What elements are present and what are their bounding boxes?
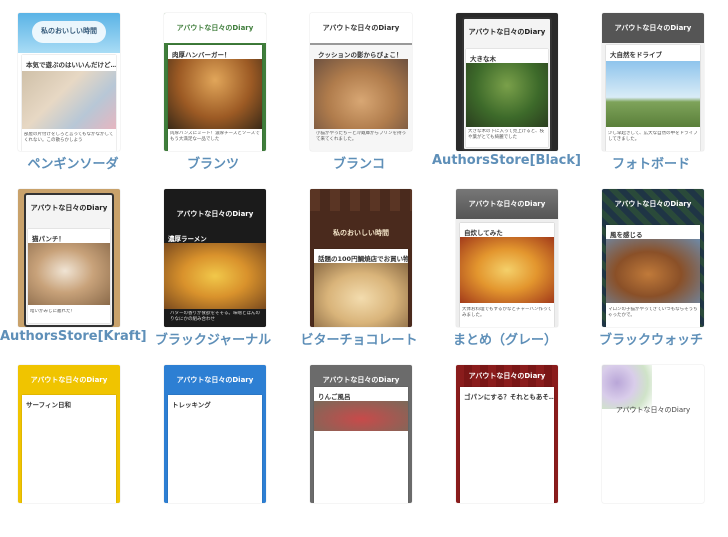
theme-thumbnail[interactable]: アバウトな日々のDiary 大きな木 大きな木の下に入って見上げると、枝や葉がと…: [456, 13, 558, 151]
theme-name[interactable]: ブラックウォッチ: [578, 329, 724, 348]
theme-thumbnail[interactable]: アバウトな日々のDiary 肉厚ハンバーガー！ 肉厚バンズにミート！濃厚チーズと…: [164, 13, 266, 151]
blog-title: 私のおいしい時間: [41, 27, 97, 35]
theme-item-branco[interactable]: アバウトな日々のDiary クッションの影からぴょこ！ 小猫がやったちーと冷蔵庫…: [286, 13, 432, 185]
post-snippet: 小猫がやったちーと冷蔵庫からプリンを持って来てくれました。: [316, 131, 406, 142]
theme-thumbnail[interactable]: アバウトな日々のDiary クッションの影からぴょこ！ 小猫がやったちーと冷蔵庫…: [310, 13, 412, 151]
theme-thumbnail[interactable]: アバウトな日々のDiary サーフィン日和: [18, 365, 120, 503]
blog-title: 私のおいしい時間: [333, 229, 389, 237]
theme-item-penguin-soda[interactable]: 私のおいしい時間 本気で遊ぶのはいいんだけど… 部屋の片付けをしろと言ってもなか…: [0, 13, 146, 185]
post-snippet: 肉厚バンズにミート！濃厚チーズとソースでもう大満足な一品でした: [170, 131, 260, 142]
post-photo: [460, 237, 554, 303]
theme-thumbnail[interactable]: 私のおいしい時間 話題の100円鯛焼店でお買い物: [310, 189, 412, 327]
blog-title: アバウトな日々のDiary: [30, 204, 108, 212]
blog-title: アバウトな日々のDiary: [615, 406, 691, 414]
blog-title: アバウトな日々のDiary: [164, 13, 266, 43]
theme-item-bitter-chocolate[interactable]: 私のおいしい時間 話題の100円鯛焼店でお買い物 ビターチョコレート: [286, 189, 432, 361]
blog-title: アバウトな日々のDiary: [176, 376, 254, 384]
blog-title: アバウトな日々のDiary: [614, 200, 692, 208]
post-title: サーフィン日和: [26, 401, 71, 409]
post-snippet: マロンの子猫がやってきていつもならそうちゃったかで。: [608, 307, 698, 318]
theme-item-blue[interactable]: アバウトな日々のDiary トレッキング: [140, 365, 286, 537]
post-photo: [314, 401, 408, 431]
post-photo: [466, 63, 548, 127]
post-photo: [168, 59, 262, 129]
blog-title: アバウトな日々のDiary: [30, 376, 108, 384]
theme-thumbnail[interactable]: アバウトな日々のDiary ゴパンにする？それともあそ…: [456, 365, 558, 503]
blog-title: アバウトな日々のDiary: [468, 372, 546, 380]
theme-item-authorsstore-black[interactable]: アバウトな日々のDiary 大きな木 大きな木の下に入って見上げると、枝や葉がと…: [432, 13, 581, 185]
post-photo: [314, 263, 408, 327]
post-snippet: 少し早起きして、広大な自然の中をドライブしてきました。: [608, 131, 698, 142]
post-title: ゴパンにする？それともあそ…: [464, 393, 554, 401]
post-snippet: 部屋の片付けをしろと言ってもなかなかしてくれない。この散らかしよう: [24, 132, 114, 143]
post-photo: [606, 61, 700, 127]
post-snippet: バターの香りが食欲をそそる。味噌とほんのりなにかの組み合わせ: [170, 311, 260, 322]
post-photo: [22, 71, 116, 129]
theme-thumbnail[interactable]: アバウトな日々のDiary 風を感じる マロンの子猫がやってきていつもならそうち…: [602, 189, 704, 327]
post-snippet: 暗いかみじに叢れた！: [30, 309, 75, 314]
theme-name[interactable]: ビターチョコレート: [286, 329, 432, 348]
blog-title: アバウトな日々のDiary: [602, 13, 704, 43]
theme-thumbnail[interactable]: 私のおいしい時間 本気で遊ぶのはいいんだけど… 部屋の片付けをしろと言ってもなか…: [18, 13, 120, 151]
theme-item-yellow[interactable]: アバウトな日々のDiary サーフィン日和: [0, 365, 146, 537]
chocolate-drip: [310, 189, 412, 211]
theme-thumbnail[interactable]: アバウトな日々のDiary: [602, 365, 704, 503]
theme-thumbnail[interactable]: アバウトな日々のDiary りんご風呂: [310, 365, 412, 503]
theme-thumbnail[interactable]: アバウトな日々のDiary 濃厚ラーメン バターの香りが食欲をそそる。味噌とほん…: [164, 189, 266, 327]
theme-item-photoboard[interactable]: アバウトな日々のDiary 大自然をドライブ 少し早起きして、広大な自然の中をド…: [578, 13, 724, 185]
theme-thumbnail[interactable]: アバウトな日々のDiary 大自然をドライブ 少し早起きして、広大な自然の中をド…: [602, 13, 704, 151]
theme-name[interactable]: ペンギンソーダ: [0, 153, 146, 172]
post-photo: [606, 239, 700, 303]
theme-item-plants[interactable]: アバウトな日々のDiary 肉厚ハンバーガー！ 肉厚バンズにミート！濃厚チーズと…: [140, 13, 286, 185]
post-card: サーフィン日和: [22, 395, 116, 503]
post-title: 大自然をドライブ: [610, 51, 662, 59]
theme-item-red[interactable]: アバウトな日々のDiary ゴパンにする？それともあそ…: [432, 365, 578, 537]
theme-name[interactable]: まとめ（グレー）: [432, 329, 578, 348]
theme-item-black-watch[interactable]: アバウトな日々のDiary 風を感じる マロンの子猫がやってきていつもならそうち…: [578, 189, 724, 361]
post-title: トレッキング: [172, 401, 211, 409]
theme-thumbnail[interactable]: アバウトな日々のDiary 自炊してみた 大体お料理でもするかなとチャーハン作っ…: [456, 189, 558, 327]
blog-title: アバウトな日々のDiary: [176, 210, 254, 218]
theme-item-floral[interactable]: アバウトな日々のDiary: [578, 365, 724, 537]
theme-item-gray-photo[interactable]: アバウトな日々のDiary りんご風呂: [286, 365, 432, 537]
theme-name[interactable]: AuthorsStore[Kraft]: [0, 329, 147, 344]
theme-name[interactable]: AuthorsStore[Black]: [432, 153, 581, 168]
theme-item-authorsstore-kraft[interactable]: アバウトな日々のDiary 猫パンチ！ 暗いかみじに叢れた！ AuthorsSt…: [0, 189, 147, 361]
theme-thumbnail[interactable]: アバウトな日々のDiary トレッキング: [164, 365, 266, 503]
theme-item-black-journal[interactable]: アバウトな日々のDiary 濃厚ラーメン バターの香りが食欲をそそる。味噌とほん…: [140, 189, 286, 361]
blog-title: アバウトな日々のDiary: [456, 189, 558, 219]
post-photo: [164, 243, 266, 309]
theme-grid: 私のおいしい時間 本気で遊ぶのはいいんだけど… 部屋の片付けをしろと言ってもなか…: [0, 0, 728, 503]
post-card: ゴパンにする？それともあそ…: [460, 387, 554, 503]
theme-item-matome-gray[interactable]: アバウトな日々のDiary 自炊してみた 大体お料理でもするかなとチャーハン作っ…: [432, 189, 578, 361]
theme-thumbnail[interactable]: アバウトな日々のDiary 猫パンチ！ 暗いかみじに叢れた！: [18, 189, 120, 327]
theme-name[interactable]: ブラックジャーナル: [140, 329, 286, 348]
theme-name[interactable]: ブランツ: [140, 153, 286, 172]
theme-name[interactable]: フォトボード: [578, 153, 724, 172]
blog-title: アバウトな日々のDiary: [310, 13, 412, 45]
post-title: 本気で遊ぶのはいいんだけど…: [26, 61, 116, 69]
blog-title: アバウトな日々のDiary: [468, 28, 546, 36]
post-snippet: 大体お料理でもするかなとチャーハン作ってみました。: [462, 307, 552, 318]
post-photo: [314, 59, 408, 129]
theme-name[interactable]: ブランコ: [286, 153, 432, 172]
post-photo: [28, 243, 110, 305]
post-snippet: 大きな木の下に入って見上げると、枝や葉がとても綺麗でした: [468, 129, 545, 140]
post-card: トレッキング: [168, 395, 262, 503]
